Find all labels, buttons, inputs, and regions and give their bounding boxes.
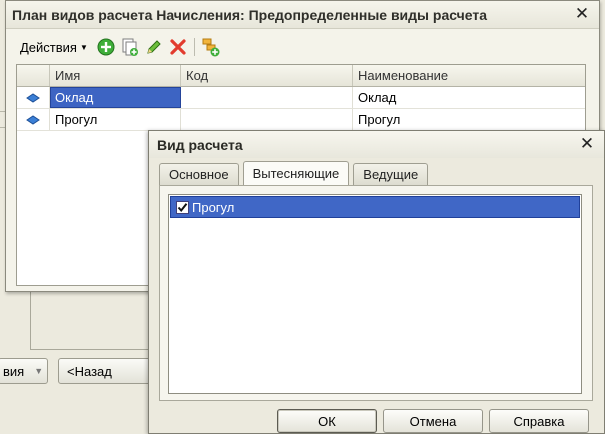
table-header: Имя Код Наименование <box>17 65 585 87</box>
back-button-label: <Назад <box>67 363 112 379</box>
checkmark-icon <box>177 202 188 212</box>
tab-main[interactable]: Основное <box>159 163 239 185</box>
add-group-icon[interactable] <box>201 37 221 57</box>
close-icon[interactable]: ✕ <box>573 4 591 23</box>
column-header-name[interactable]: Имя <box>50 65 181 86</box>
add-icon[interactable] <box>96 37 116 57</box>
back-button[interactable]: <Назад <box>58 358 154 384</box>
chevron-down-icon: ▼ <box>34 366 44 376</box>
tab-leading[interactable]: Ведущие <box>353 163 429 185</box>
wizard-dropdown-button[interactable]: вия ▼ <box>0 358 48 384</box>
dialog-buttons: ОК Отмена Справка <box>277 409 589 433</box>
cell-code[interactable] <box>181 87 353 108</box>
actions-menu-button[interactable]: Действия ▼ <box>16 40 92 55</box>
edit-pencil-icon[interactable] <box>144 37 164 57</box>
window-title: План видов расчета Начисления: Предопред… <box>12 6 488 23</box>
cell-description[interactable]: Оклад <box>353 87 585 108</box>
window-title-bar: План видов расчета Начисления: Предопред… <box>6 1 599 29</box>
item-label: Прогул <box>192 199 235 215</box>
calc-type-icon <box>17 109 50 130</box>
close-icon[interactable]: ✕ <box>578 134 596 153</box>
item-checkbox[interactable] <box>176 200 189 214</box>
calc-type-dialog: Вид расчета ✕ Основное Вытесняющие Ведущ… <box>148 130 605 434</box>
help-button[interactable]: Справка <box>489 409 589 433</box>
cell-name[interactable]: Оклад <box>50 87 181 108</box>
tab-displacing[interactable]: Вытесняющие <box>242 161 350 185</box>
table-row[interactable]: Оклад Оклад <box>17 87 585 109</box>
header-icon-column <box>17 65 50 86</box>
toolbar: Действия ▼ <box>16 35 221 59</box>
displacing-types-list: Прогул <box>168 194 582 394</box>
column-header-description[interactable]: Наименование <box>353 65 585 86</box>
calc-type-icon <box>17 87 50 108</box>
dialog-title-bar: Вид расчета <box>149 131 604 158</box>
actions-label: Действия <box>20 39 77 55</box>
cell-description[interactable]: Прогул <box>353 109 585 130</box>
cell-name[interactable]: Прогул <box>50 109 181 130</box>
copy-icon[interactable] <box>120 37 140 57</box>
tab-panel: Прогул <box>159 185 593 401</box>
dialog-title: Вид расчета <box>157 136 243 153</box>
tab-strip: Основное Вытесняющие Ведущие <box>159 161 429 185</box>
table-row[interactable]: Прогул Прогул <box>17 109 585 131</box>
ok-button[interactable]: ОК <box>277 409 377 433</box>
wizard-frame <box>30 286 154 350</box>
column-header-code[interactable]: Код <box>181 65 353 86</box>
list-item[interactable]: Прогул <box>170 196 580 218</box>
toolbar-separator <box>193 38 195 56</box>
cell-code[interactable] <box>181 109 353 130</box>
chevron-down-icon: ▼ <box>79 42 88 52</box>
wizard-dropdown-label: вия <box>3 363 25 379</box>
cancel-button[interactable]: Отмена <box>383 409 483 433</box>
delete-icon[interactable] <box>168 37 188 57</box>
